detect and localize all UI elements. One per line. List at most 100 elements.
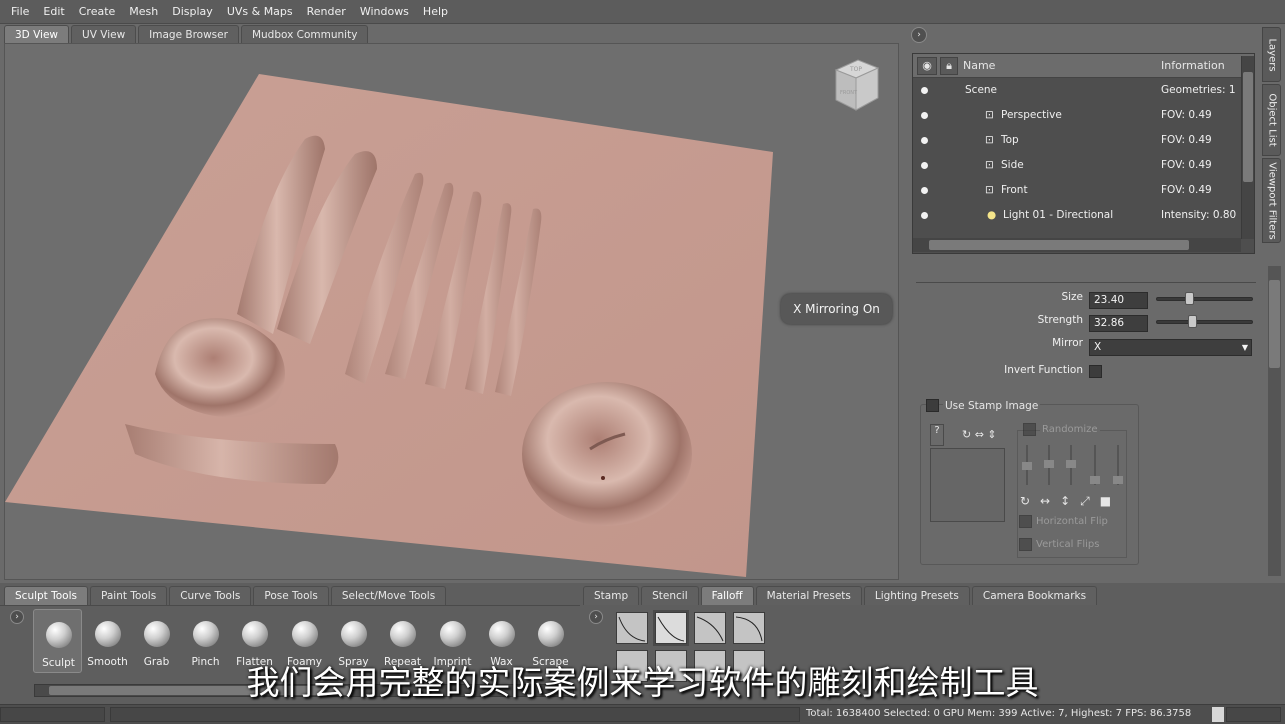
outliner-row-scene[interactable]: Scene Geometries: 1 [913,79,1239,104]
scrollbar-thumb[interactable] [1243,72,1253,182]
visible-dot-icon[interactable] [921,112,928,119]
horizontal-flip-label: Horizontal Flip [1036,516,1108,527]
menu-render[interactable]: Render [300,0,353,24]
row-name: Side [1001,159,1024,171]
outliner-row-top[interactable]: ⊡ Top FOV: 0.49 [913,129,1239,154]
outliner-row-perspective[interactable]: ⊡ Perspective FOV: 0.49 [913,104,1239,129]
view-tabs: 3D View UV View Image Browser Mudbox Com… [4,24,370,44]
randomize-checkbox[interactable] [1023,423,1036,436]
menu-file[interactable]: File [4,0,36,24]
tab-stencil[interactable]: Stencil [641,586,699,605]
repeat-icon [390,621,416,647]
visible-dot-icon[interactable] [921,187,928,194]
divider [916,282,1256,283]
row-name: Top [1001,134,1019,146]
menu-mesh[interactable]: Mesh [122,0,165,24]
status-field [110,707,800,722]
pinch-icon [193,621,219,647]
tab-camera-bookmarks[interactable]: Camera Bookmarks [971,586,1098,605]
object-list-header: ◉ 🔒︎ Name Information [913,54,1254,78]
visible-dot-icon[interactable] [921,162,928,169]
menu-help[interactable]: Help [416,0,455,24]
vertical-flips-checkbox[interactable] [1019,538,1032,551]
flatten-icon [242,621,268,647]
menu-create[interactable]: Create [72,0,123,24]
rotate-icon[interactable]: ↻ ⇔ ⇕ [962,428,997,441]
row-name: Front [1001,184,1028,196]
menu-display[interactable]: Display [165,0,220,24]
strength-field[interactable]: 32.86 [1089,315,1148,332]
scrollbar-thumb[interactable] [929,240,1189,250]
row-info: Geometries: 1 [1161,84,1236,96]
wax-icon [489,621,515,647]
collapse-arrow-icon[interactable]: › [911,27,927,43]
menu-edit[interactable]: Edit [36,0,71,24]
outliner-row-light[interactable]: ● Light 01 - Directional Intensity: 0.80 [913,204,1239,229]
outliner-row-front[interactable]: ⊡ Front FOV: 0.49 [913,179,1239,204]
lock-icon[interactable]: 🔒︎ [940,57,958,75]
divider [0,605,580,606]
preset-arrow-icon[interactable]: › [589,610,603,624]
invert-function-checkbox[interactable] [1089,365,1102,378]
outliner-scrollbar[interactable] [1241,56,1254,239]
row-name: Light 01 - Directional [1003,209,1114,221]
tab-stamp[interactable]: Stamp [583,586,640,605]
menu-uvs-maps[interactable]: UVs & Maps [220,0,300,24]
randomize-sliders[interactable] [1020,440,1125,490]
column-name[interactable]: Name [963,59,995,72]
horizontal-flip-checkbox[interactable] [1019,515,1032,528]
size-label: Size [1061,291,1083,303]
menu-windows[interactable]: Windows [353,0,416,24]
grab-icon [144,621,170,647]
outliner-hscrollbar[interactable] [913,238,1241,252]
side-tab-viewport-filters[interactable]: Viewport Filters [1262,158,1281,243]
side-tab-object-list[interactable]: Object List [1262,84,1281,156]
status-bar: Total: 1638400 Selected: 0 GPU Mem: 399 … [0,704,1285,724]
slider-thumb[interactable] [1184,292,1194,305]
view-cube[interactable]: TOP FRONT [832,56,880,112]
menu-bar: File Edit Create Mesh Display UVs & Maps… [0,0,1285,24]
properties-scrollbar[interactable] [1268,266,1281,576]
status-field [0,707,105,722]
3d-viewport[interactable] [4,43,899,580]
visible-dot-icon[interactable] [921,137,928,144]
falloff-preset-4[interactable] [733,612,765,644]
stamp-transform-icons[interactable]: ↻↔↕⤢■ [1020,494,1121,509]
falloff-preset-3[interactable] [694,612,726,644]
tab-curve-tools[interactable]: Curve Tools [169,586,252,605]
size-slider[interactable] [1156,292,1253,305]
tab-falloff[interactable]: Falloff [700,586,754,605]
falloff-preset-1[interactable] [616,612,648,644]
scrape-icon [538,621,564,647]
side-tab-layers[interactable]: Layers [1262,27,1281,82]
mirror-dropdown[interactable]: X ▼ [1089,339,1252,356]
tab-pose-tools[interactable]: Pose Tools [253,586,329,605]
tab-sculpt-tools[interactable]: Sculpt Tools [4,586,88,605]
scrollbar-thumb[interactable] [1269,280,1280,368]
camera-icon: ⊡ [985,184,994,196]
tab-material-presets[interactable]: Material Presets [755,586,862,605]
stamp-browse-icon[interactable]: ? [930,424,944,446]
camera-icon: ⊡ [985,159,994,171]
use-stamp-checkbox[interactable] [926,399,939,412]
stamp-preview[interactable] [930,448,1005,522]
falloff-preset-2[interactable] [653,610,689,646]
tab-uv-view[interactable]: UV View [71,25,137,44]
tab-paint-tools[interactable]: Paint Tools [90,586,168,605]
tray-arrow-icon[interactable]: › [10,610,24,624]
tab-lighting-presets[interactable]: Lighting Presets [863,586,970,605]
tab-3d-view[interactable]: 3D View [4,25,70,44]
tab-select-move-tools[interactable]: Select/Move Tools [330,586,447,605]
visible-dot-icon[interactable] [921,212,928,219]
slider-thumb[interactable] [1187,315,1197,328]
outliner-row-side[interactable]: ⊡ Side FOV: 0.49 [913,154,1239,179]
strength-slider[interactable] [1156,315,1253,328]
tab-image-browser[interactable]: Image Browser [138,25,239,44]
vertical-flips-label: Vertical Flips [1036,539,1100,550]
visible-dot-icon[interactable] [921,87,928,94]
mirror-value: X [1094,341,1102,353]
column-information[interactable]: Information [1161,59,1225,72]
tab-mudbox-community[interactable]: Mudbox Community [240,25,369,44]
size-field[interactable]: 23.40 [1089,292,1148,309]
visibility-eye-icon[interactable]: ◉ [917,57,937,75]
